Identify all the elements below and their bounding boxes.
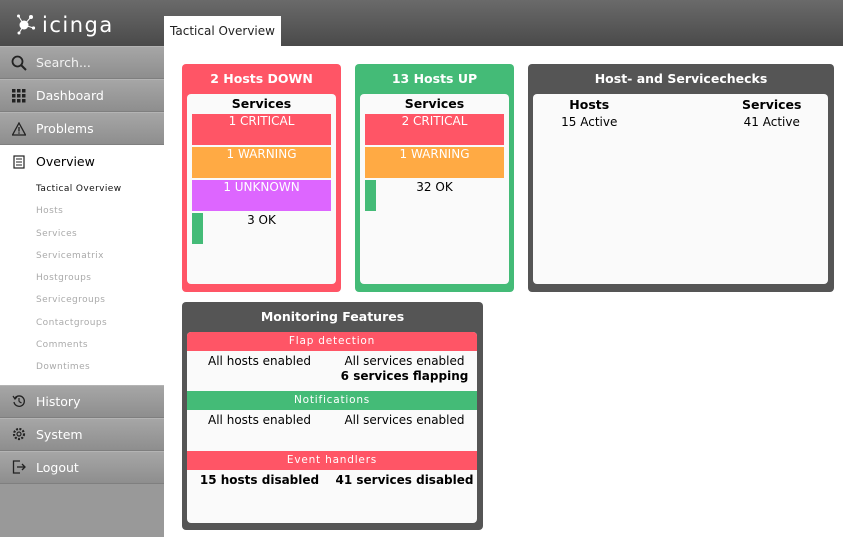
checks-values: 15 Active 41 Active <box>533 114 828 130</box>
submenu-item-servicematrix[interactable]: Servicematrix <box>0 245 164 267</box>
search-icon <box>11 55 27 71</box>
history-icon <box>11 393 27 409</box>
hosts-up-dashlet: 13 Hosts UP Services 2 CRITICAL 1 WARNIN… <box>355 64 514 292</box>
warning-triangle-icon <box>11 121 27 137</box>
sidebar-item-label: Logout <box>36 459 79 475</box>
submenu-item-tactical-overview[interactable]: Tactical Overview <box>0 178 164 200</box>
sidebar-item-logout[interactable]: Logout <box>0 450 164 484</box>
features-panel: Flap detection All hosts enabled All ser… <box>187 332 477 523</box>
ok-label: 3 OK <box>247 213 276 227</box>
checks-title: Host- and Servicechecks <box>594 71 768 86</box>
event-handlers-header[interactable]: Event handlers <box>187 451 477 470</box>
logout-icon <box>11 459 27 475</box>
flap-detection-header[interactable]: Flap detection <box>187 332 477 351</box>
search-input[interactable]: Search... <box>0 46 164 79</box>
sidebar-item-label: System <box>36 426 83 442</box>
logo-icon <box>17 14 36 35</box>
ok-row[interactable]: 3 OK <box>192 213 331 244</box>
search-placeholder: Search... <box>36 55 91 70</box>
ok-row[interactable]: 32 OK <box>365 180 504 211</box>
checks-services-value[interactable]: 41 Active <box>686 114 829 130</box>
event-handlers-row: 15 hosts disabled 41 services disabled <box>187 470 477 510</box>
sidebar-item-label: Overview <box>36 154 95 169</box>
flap-hosts-status[interactable]: All hosts enabled <box>187 354 332 391</box>
sidebar-item-system[interactable]: System <box>0 417 164 451</box>
header-bar: icinga Tactical Overview <box>0 0 843 46</box>
checks-services-label: Services <box>742 97 802 112</box>
hosts-down-dashlet: 2 Hosts DOWN Services 1 CRITICAL 1 WARNI… <box>182 64 341 292</box>
services-heading: Services <box>404 96 465 111</box>
checks-panel: Hosts Services 15 Active 41 Active <box>533 94 828 284</box>
flap-services-flapping[interactable]: 6 services flapping <box>332 369 477 383</box>
checks-headings: Hosts Services <box>533 96 828 114</box>
checks-dashlet: Host- and Servicechecks Hosts Services 1… <box>528 64 834 292</box>
notifications-services-status[interactable]: All services enabled <box>332 413 477 451</box>
submenu-item-comments[interactable]: Comments <box>0 334 164 356</box>
warning-bar[interactable]: 1 WARNING <box>192 147 331 178</box>
event-handlers-services-status[interactable]: 41 services disabled <box>332 473 477 510</box>
unknown-bar[interactable]: 1 UNKNOWN <box>192 180 331 211</box>
critical-bar[interactable]: 2 CRITICAL <box>365 114 504 145</box>
submenu-item-downtimes[interactable]: Downtimes <box>0 356 164 378</box>
sidebar-item-label: History <box>36 393 81 409</box>
event-handlers-hosts-status[interactable]: 15 hosts disabled <box>187 473 332 510</box>
sidebar-item-overview[interactable]: Overview <box>0 145 164 178</box>
flap-detection-row: All hosts enabled All services enabled 6… <box>187 351 477 391</box>
hosts-down-services-panel: Services 1 CRITICAL 1 WARNING 1 UNKNOWN … <box>187 94 336 284</box>
hosts-down-title[interactable]: 2 Hosts DOWN <box>182 64 341 94</box>
sidebar-item-history[interactable]: History <box>0 384 164 418</box>
dashboard-icon <box>11 88 27 104</box>
submenu-item-contactgroups[interactable]: Contactgroups <box>0 312 164 334</box>
ok-bar <box>192 213 203 244</box>
overview-submenu: Tactical Overview Hosts Services Service… <box>0 178 164 385</box>
tab-tactical-overview[interactable]: Tactical Overview <box>164 16 281 46</box>
notifications-header[interactable]: Notifications <box>187 391 477 410</box>
ok-bar <box>365 180 376 211</box>
icinga-logo[interactable]: icinga <box>16 9 114 41</box>
submenu-item-servicegroups[interactable]: Servicegroups <box>0 289 164 311</box>
services-heading: Services <box>231 96 292 111</box>
sidebar-item-problems[interactable]: Problems <box>0 112 164 145</box>
overview-icon <box>11 154 27 170</box>
hosts-up-title[interactable]: 13 Hosts UP <box>355 64 514 94</box>
warning-bar[interactable]: 1 WARNING <box>365 147 504 178</box>
hosts-up-services-panel: Services 2 CRITICAL 1 WARNING 32 OK <box>360 94 509 284</box>
ok-label: 32 OK <box>416 180 453 194</box>
critical-bar[interactable]: 1 CRITICAL <box>192 114 331 145</box>
checks-hosts-value[interactable]: 15 Active <box>533 114 686 130</box>
monitoring-features-dashlet: Monitoring Features Flap detection All h… <box>182 302 483 530</box>
features-title: Monitoring Features <box>260 309 405 324</box>
submenu-item-hosts[interactable]: Hosts <box>0 200 164 222</box>
notifications-hosts-status[interactable]: All hosts enabled <box>187 413 332 451</box>
submenu-item-hostgroups[interactable]: Hostgroups <box>0 267 164 289</box>
sidebar-item-label: Problems <box>36 121 94 136</box>
notifications-row: All hosts enabled All services enabled <box>187 410 477 451</box>
sidebar-item-dashboard[interactable]: Dashboard <box>0 79 164 112</box>
submenu-item-services[interactable]: Services <box>0 223 164 245</box>
logo-text: icinga <box>42 13 114 37</box>
checks-hosts-label: Hosts <box>569 97 610 112</box>
flap-services-status[interactable]: All services enabled <box>332 354 477 369</box>
sidebar-item-label: Dashboard <box>36 88 104 103</box>
gear-icon <box>11 426 27 442</box>
sidebar: Search... Dashboard Problems Overview Ta… <box>0 46 164 537</box>
flap-services-cell: All services enabled 6 services flapping <box>332 354 477 391</box>
